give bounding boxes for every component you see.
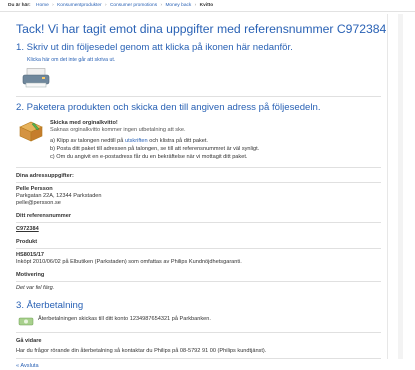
- divider-1: [16, 96, 381, 98]
- package-icon: [19, 121, 43, 142]
- page-scrollbar[interactable]: [398, 14, 403, 359]
- product-model: HS8015/17: [16, 252, 44, 258]
- print-button[interactable]: [22, 68, 381, 91]
- next-text: Har du frågor rörande din återbetalning …: [16, 347, 267, 354]
- printout-link[interactable]: utskriften: [125, 138, 148, 144]
- confirmation-page: Tack! Vi har tagit emot dina uppgifter m…: [8, 14, 388, 369]
- step3-heading: 3. Återbetalning: [16, 299, 84, 311]
- breadcrumb-prefix: Du är här:: [8, 3, 31, 8]
- page-title: Tack! Vi har tagit emot dina uppgifter m…: [16, 22, 387, 36]
- step2-heading: 2. Paketera produkten och skicka den til…: [16, 102, 321, 114]
- refund-icon: [18, 317, 34, 326]
- finish-link[interactable]: « Avsluta: [16, 363, 39, 369]
- address-email: pelle@persson.se: [16, 200, 61, 207]
- receipt-reminder-text: Saknas orginalkvitto kommer ingen utbeta…: [50, 127, 186, 134]
- product-label: Produkt: [16, 239, 38, 246]
- printer-icon: [22, 68, 50, 88]
- receipt-reminder-title: Skicka med orginalkvitto!: [50, 120, 118, 127]
- breadcrumb-current: Kvitto: [199, 3, 214, 8]
- breadcrumb-bar: Du är här: Home › Konsumentprodukter › C…: [0, 0, 415, 12]
- divider-3: [16, 331, 381, 333]
- breadcrumb-money-back[interactable]: Money back: [165, 3, 191, 8]
- motivation-label: Motivering: [16, 271, 45, 278]
- reference-label: Ditt referensnummer: [16, 213, 72, 220]
- motivation-text: Det var fel färg.: [16, 284, 55, 291]
- instruction-c: c) Om du angivit en e-postadress får du …: [50, 154, 248, 161]
- instruction-b: b) Posta ditt paket till adressen på tal…: [50, 146, 260, 153]
- next-label: Gå vidare: [16, 337, 42, 344]
- instruction-a: a) Klipp av talongen nedtill på utskrift…: [50, 138, 208, 145]
- breadcrumb-consumer-products[interactable]: Konsumentprodukter: [57, 3, 102, 8]
- refund-text: Återbetalningen skickas till ditt konto …: [38, 315, 211, 322]
- product-description: Inköpt 2010/06/02 på Elbutiken (Parkstad…: [16, 258, 242, 265]
- breadcrumb-home[interactable]: Home: [36, 3, 49, 8]
- step1-heading: 1. Skriv ut din följesedel genom att kli…: [16, 42, 293, 54]
- divider-2: [16, 167, 381, 169]
- cannot-print-link[interactable]: Klicka här om det inte går att skriva ut…: [27, 57, 115, 63]
- reference-number: C972384: [16, 226, 39, 233]
- address-name: Pelle Persson: [16, 186, 53, 193]
- address-street: Parkgatan 22A, 12344 Parkstaden: [16, 193, 102, 200]
- address-label: Dina adressuppgifter:: [16, 173, 74, 180]
- breadcrumb-consumer-promotions[interactable]: Consumer promotions: [110, 3, 157, 8]
